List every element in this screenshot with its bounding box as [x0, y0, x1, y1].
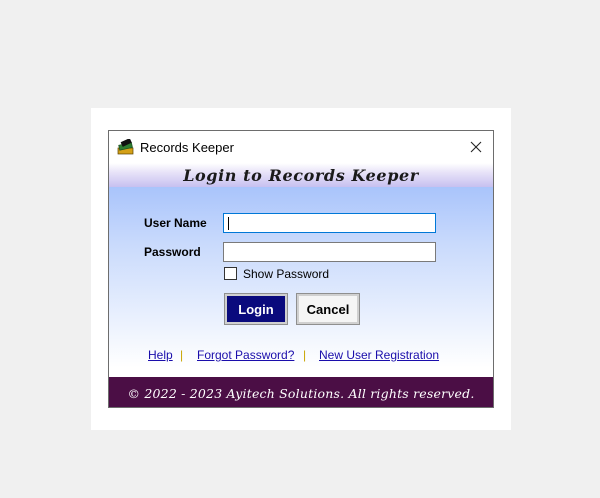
forgot-password-link[interactable]: Forgot Password?: [197, 348, 294, 362]
text-caret: [228, 217, 229, 230]
username-label: User Name: [144, 216, 207, 230]
show-password-label[interactable]: Show Password: [243, 267, 329, 281]
password-label: Password: [144, 245, 201, 259]
login-dialog: Records Keeper Login to Records Keeper U…: [108, 130, 494, 408]
show-password-checkbox[interactable]: [224, 267, 237, 280]
records-keeper-app-icon: [117, 138, 135, 155]
username-input[interactable]: [223, 213, 436, 233]
window-title: Records Keeper: [140, 140, 234, 155]
password-input[interactable]: [223, 242, 436, 262]
help-link[interactable]: Help: [148, 348, 173, 362]
login-form: User Name Password Show Password Login C…: [109, 187, 493, 377]
close-icon: [470, 141, 482, 153]
link-separator: |: [303, 348, 307, 362]
copyright-text: © 2022 - 2023 Ayitech Solutions. All rig…: [127, 385, 475, 401]
link-separator: |: [180, 348, 184, 362]
cancel-button[interactable]: Cancel: [296, 293, 360, 325]
banner-heading: Login to Records Keeper: [183, 165, 419, 185]
footer: © 2022 - 2023 Ayitech Solutions. All rig…: [109, 377, 493, 407]
title-bar[interactable]: Records Keeper: [109, 131, 493, 163]
login-button[interactable]: Login: [224, 293, 288, 325]
close-button[interactable]: [459, 131, 493, 163]
login-banner: Login to Records Keeper: [109, 163, 493, 187]
new-user-registration-link[interactable]: New User Registration: [319, 348, 439, 362]
